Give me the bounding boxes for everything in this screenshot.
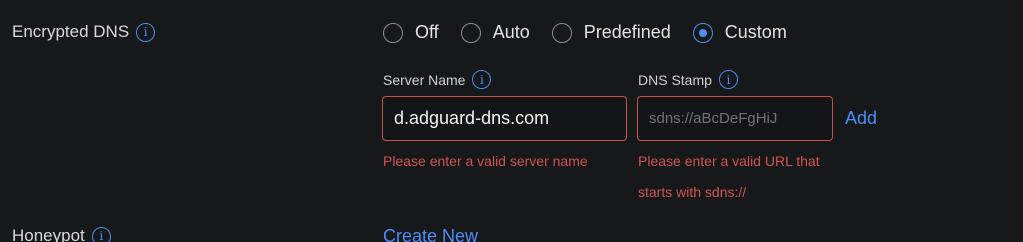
radio-predefined-circle[interactable] xyxy=(551,22,572,43)
honeypot-row-label: Honeypot i xyxy=(12,226,111,242)
encrypted-dns-radio-group: Off Auto Predefined Custom xyxy=(383,22,809,43)
radio-off-label: Off xyxy=(415,22,439,42)
server-name-error: Please enter a valid server name xyxy=(383,153,588,169)
radio-auto-circle[interactable] xyxy=(460,22,481,43)
dns-stamp-error: Please enter a valid URL that starts wit… xyxy=(638,153,820,200)
radio-off-circle[interactable] xyxy=(383,22,403,43)
radio-custom-circle[interactable] xyxy=(692,22,713,43)
dns-stamp-label: DNS Stamp xyxy=(638,71,712,88)
radio-custom-selected-dot xyxy=(698,28,707,37)
dns-stamp-field-label: DNS Stamp i xyxy=(638,70,738,89)
radio-option-predefined[interactable]: Predefined xyxy=(551,22,671,43)
encrypted-dns-row-label: Encrypted DNS i xyxy=(12,22,156,42)
create-new-link[interactable]: Create New xyxy=(383,226,478,242)
radio-predefined-label: Predefined xyxy=(583,22,671,42)
add-button[interactable]: Add xyxy=(845,108,877,129)
encrypted-dns-info-icon[interactable]: i xyxy=(136,22,156,42)
radio-auto-label: Auto xyxy=(492,22,530,42)
radio-option-custom[interactable]: Custom xyxy=(692,22,787,43)
server-name-label: Server Name xyxy=(383,71,466,88)
radio-option-off[interactable]: Off xyxy=(383,22,439,43)
honeypot-label: Honeypot xyxy=(12,226,85,242)
server-name-info-icon[interactable]: i xyxy=(472,70,492,89)
dns-settings-panel: Encrypted DNS i Off Auto Predefined Cust… xyxy=(0,0,1023,242)
radio-option-auto[interactable]: Auto xyxy=(460,22,530,43)
server-name-field-label: Server Name i xyxy=(383,70,492,89)
radio-custom-label: Custom xyxy=(724,22,787,42)
dns-stamp-input[interactable] xyxy=(637,96,833,141)
server-name-input[interactable] xyxy=(382,96,627,141)
encrypted-dns-label: Encrypted DNS xyxy=(12,22,130,41)
dns-stamp-info-icon[interactable]: i xyxy=(718,70,738,89)
honeypot-info-icon[interactable]: i xyxy=(91,226,111,242)
